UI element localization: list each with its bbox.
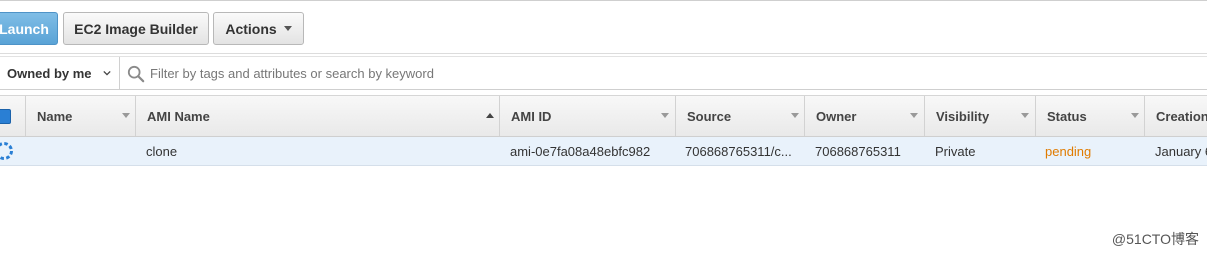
cell-owner: 706868765311: [815, 143, 901, 159]
cell-visibility: Private: [935, 143, 976, 159]
column-header-status[interactable]: Status: [1036, 96, 1145, 136]
table-row[interactable]: clone ami-0e7fa08a48ebfc982 706868765311…: [0, 137, 1207, 166]
sort-icon: [1131, 113, 1139, 118]
cell-ami-name: clone: [146, 143, 178, 159]
column-header-visibility[interactable]: Visibility: [925, 96, 1036, 136]
actions-button[interactable]: Actions: [213, 12, 304, 45]
column-header-label: Status: [1047, 108, 1087, 124]
toolbar: Launch EC2 Image Builder Actions: [0, 0, 1207, 54]
column-header-label: AMI Name: [147, 108, 210, 124]
sort-icon: [122, 113, 130, 118]
column-header-label: Visibility: [936, 108, 990, 124]
ec2-image-builder-button[interactable]: EC2 Image Builder: [63, 12, 209, 45]
column-header-owner[interactable]: Owner: [805, 96, 925, 136]
search-icon: [127, 65, 145, 83]
table-header: Name AMI Name AMI ID Source Owner Visibi…: [0, 95, 1207, 137]
column-header-label: Owner: [816, 108, 857, 124]
sort-icon: [791, 113, 799, 118]
chevron-down-icon: [103, 70, 111, 76]
sort-ascending-icon: [486, 113, 494, 118]
owner-filter-dropdown[interactable]: Owned by me: [0, 57, 120, 89]
actions-button-label: Actions: [225, 20, 277, 37]
sort-icon: [1021, 113, 1029, 118]
column-header-ami-name[interactable]: AMI Name: [136, 96, 500, 136]
column-header-ami-id[interactable]: AMI ID: [500, 96, 676, 136]
cell-ami-id: ami-0e7fa08a48ebfc982: [510, 143, 651, 159]
loading-spinner-icon: [0, 142, 13, 160]
sort-icon: [910, 113, 918, 118]
cell-source: 706868765311/c...: [685, 143, 792, 159]
column-header-label: Source: [687, 108, 732, 124]
cell-status: pending: [1045, 143, 1092, 159]
column-header-source[interactable]: Source: [676, 96, 805, 136]
column-header-label: Name: [37, 108, 73, 124]
select-all-cell: [0, 96, 26, 136]
search-input[interactable]: [150, 60, 1200, 86]
column-header-name[interactable]: Name: [26, 96, 136, 136]
owner-filter-label: Owned by me: [7, 65, 92, 81]
cell-name: [37, 137, 136, 165]
column-header-label: Creation: [1156, 108, 1207, 124]
launch-button[interactable]: Launch: [0, 12, 58, 45]
cell-creation: January 6: [1155, 143, 1207, 159]
sort-icon: [661, 113, 669, 118]
chevron-down-icon: [283, 26, 292, 31]
column-header-creation[interactable]: Creation: [1145, 96, 1207, 136]
column-header-label: AMI ID: [511, 108, 552, 124]
watermark: @51CTO博客: [1111, 231, 1199, 247]
select-all-checkbox[interactable]: [0, 109, 11, 124]
filter-bar: Owned by me: [0, 56, 1207, 90]
